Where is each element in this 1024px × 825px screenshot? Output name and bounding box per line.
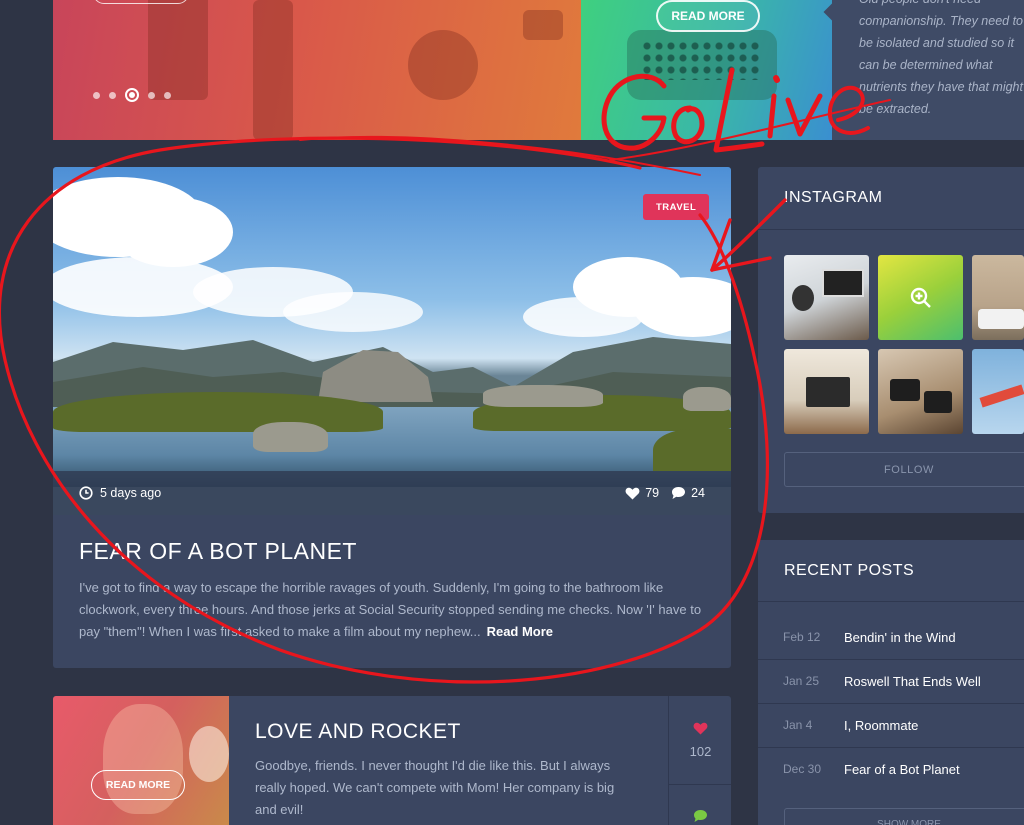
read-more-link[interactable]: Read More [487, 624, 553, 639]
zoom-icon[interactable] [909, 286, 933, 310]
like-button[interactable]: 79 [625, 486, 659, 500]
post-time: 5 days ago [100, 486, 162, 500]
slider-image[interactable] [53, 0, 581, 140]
instagram-widget: INSTAGRAM FOLLOW [758, 167, 1024, 513]
recent-post-date: Jan 4 [783, 718, 813, 732]
owl-figure [189, 726, 229, 782]
instagram-photo[interactable] [784, 349, 869, 434]
recent-post-date: Dec 30 [783, 762, 822, 776]
category-tag[interactable]: TRAVEL [643, 194, 710, 220]
show-more-button[interactable]: SHOW MORE [784, 808, 1024, 825]
post-excerpt: I've got to find a way to escape the hor… [79, 577, 709, 643]
feature-excerpt-panel: Old people don't need companionship. The… [823, 0, 1024, 140]
widget-divider [758, 601, 1024, 602]
recent-post-item[interactable]: Dec 30 Fear of a Bot Planet [758, 747, 1024, 791]
recent-post-item[interactable]: Jan 25 Roswell That Ends Well [758, 659, 1024, 703]
slider-read-more-button[interactable] [93, 0, 189, 4]
feature-read-more-button[interactable]: READ MORE [656, 0, 760, 32]
instagram-photo[interactable] [784, 255, 869, 340]
recent-posts-widget: RECENT POSTS Feb 12 Bendin' in the Wind … [758, 540, 1024, 825]
slider-dot[interactable] [164, 91, 171, 99]
slider-dot[interactable] [109, 91, 116, 99]
comment-icon [672, 487, 686, 499]
recent-post-item[interactable]: Feb 12 Bendin' in the Wind [758, 615, 1024, 659]
recent-post-date: Jan 25 [783, 674, 820, 688]
clock-icon [79, 486, 93, 500]
like-count: 102 [689, 744, 712, 759]
feature-excerpt: Old people don't need companionship. The… [859, 0, 1023, 116]
slider-dot-active[interactable] [125, 88, 139, 102]
recent-posts-title: RECENT POSTS [784, 562, 915, 579]
featured-post-card[interactable]: TRAVEL 5 days ago 79 24 FEAR OF A BOT PL… [53, 167, 731, 668]
like-count: 79 [645, 486, 660, 500]
instagram-photo[interactable] [878, 349, 963, 434]
instagram-photo[interactable] [878, 255, 963, 340]
recent-post-title[interactable]: Roswell That Ends Well [844, 674, 981, 689]
featured-post-image[interactable]: TRAVEL 5 days ago 79 24 [53, 167, 731, 515]
comment-icon[interactable] [693, 809, 708, 823]
stats-divider [669, 784, 731, 785]
post-excerpt-text: I've got to find a way to escape the hor… [79, 580, 702, 639]
comment-button[interactable]: 24 [671, 486, 705, 500]
recent-post-title[interactable]: I, Roommate [844, 718, 918, 733]
recent-post-item[interactable]: Jan 4 I, Roommate [758, 703, 1024, 747]
post-title[interactable]: FEAR OF A BOT PLANET [79, 538, 357, 565]
typewriter-keys [641, 40, 761, 80]
post-stats: 102 [668, 696, 731, 825]
heart-icon [625, 487, 640, 499]
recent-post-title[interactable]: Bendin' in the Wind [844, 630, 956, 645]
recent-post-title[interactable]: Fear of a Bot Planet [844, 762, 960, 777]
feature-image: READ MORE [581, 0, 832, 140]
slider-dot[interactable] [93, 91, 100, 99]
post-title[interactable]: LOVE AND ROCKET [255, 720, 461, 744]
comment-count: 24 [691, 486, 705, 500]
recent-post-date: Feb 12 [783, 630, 821, 644]
post-meta-bar: 5 days ago 79 24 [53, 471, 731, 515]
instagram-photo[interactable] [972, 255, 1024, 340]
post-image[interactable]: READ MORE [53, 696, 229, 825]
read-more-button[interactable]: READ MORE [91, 770, 185, 800]
slider-dot[interactable] [148, 91, 155, 99]
post-card[interactable]: READ MORE LOVE AND ROCKET Goodbye, frien… [53, 696, 731, 825]
instagram-photo[interactable] [972, 349, 1024, 434]
widget-divider [758, 229, 1024, 230]
follow-button[interactable]: FOLLOW [784, 452, 1024, 487]
instagram-title: INSTAGRAM [784, 189, 883, 206]
slider-dots[interactable] [93, 88, 171, 102]
post-excerpt: Goodbye, friends. I never thought I'd di… [255, 758, 615, 817]
heart-icon[interactable] [693, 722, 708, 735]
